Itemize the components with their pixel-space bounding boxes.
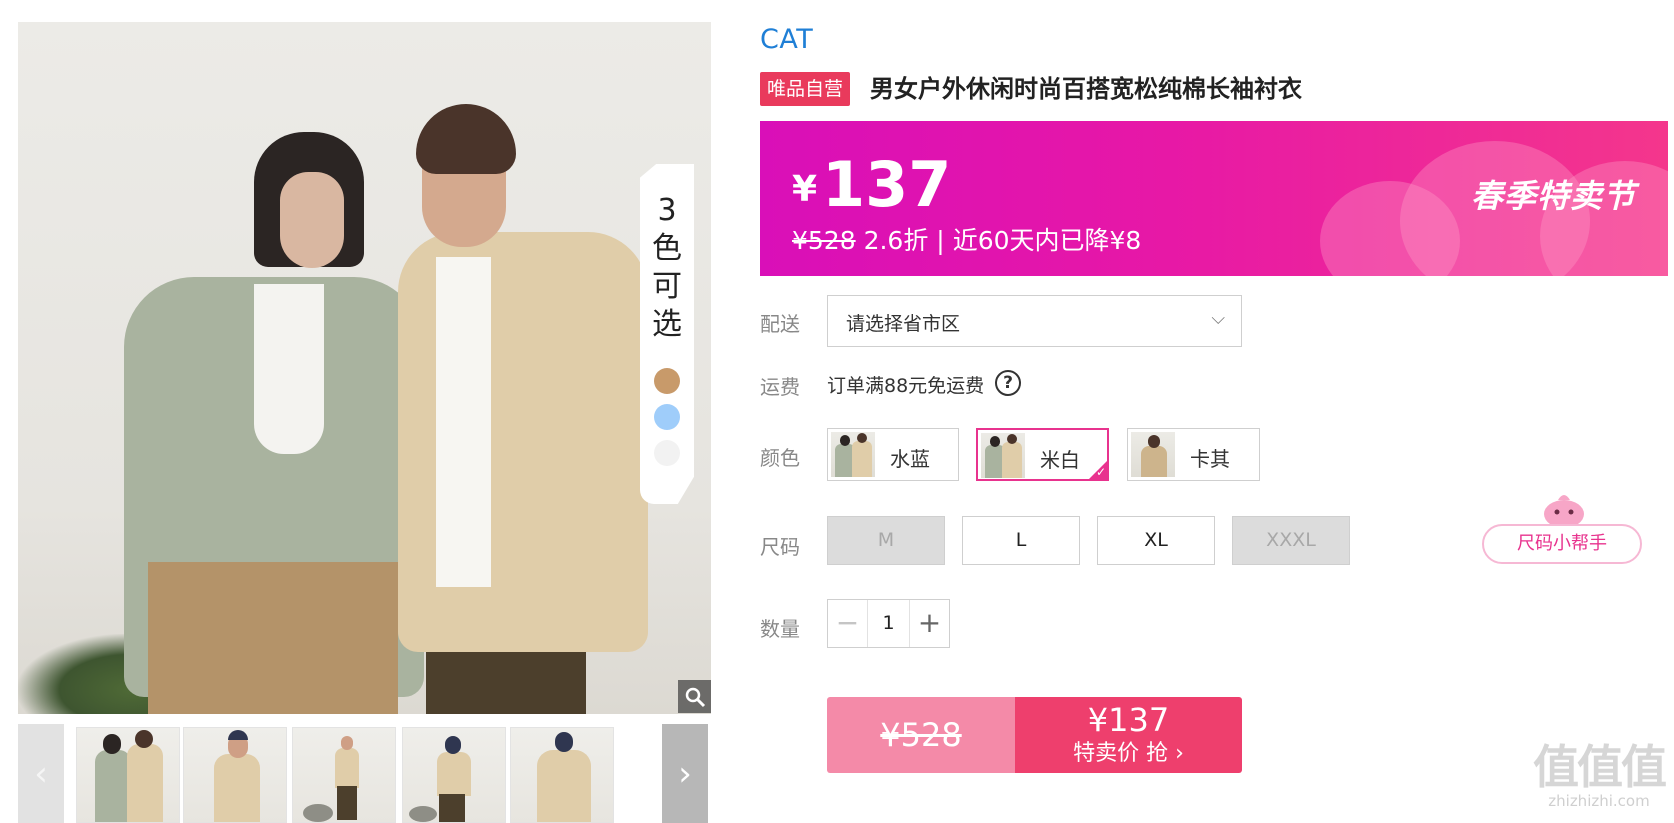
product-title: 男女户外休闲时尚百搭宽松纯棉长袖衬衣 bbox=[870, 75, 1302, 103]
swatch-khaki bbox=[654, 368, 680, 394]
color-thumb bbox=[981, 433, 1025, 478]
swatch-blue bbox=[654, 404, 680, 430]
color-option-water-blue[interactable]: 水蓝 bbox=[827, 428, 959, 481]
quantity-stepper: − 1 + bbox=[827, 599, 950, 648]
color-count: 3 bbox=[657, 193, 677, 228]
minus-icon[interactable]: − bbox=[828, 600, 868, 647]
color-tag-line2: 可 bbox=[652, 269, 682, 304]
color-option-off-white[interactable]: 米白 ✓ bbox=[976, 428, 1109, 481]
model-woman-face bbox=[280, 172, 344, 268]
buy-original-price-text: ¥528 bbox=[880, 716, 962, 754]
size-option-xxxl[interactable]: XXXL bbox=[1232, 516, 1350, 565]
chevron-right-icon[interactable]: › bbox=[662, 724, 708, 823]
color-count-tag: 3 色 可 选 bbox=[640, 164, 694, 504]
size-option-m[interactable]: M bbox=[827, 516, 945, 565]
swatch-white bbox=[654, 440, 680, 466]
shipping-label: 运费 bbox=[760, 375, 800, 399]
model-woman-pants bbox=[148, 562, 398, 714]
question-icon[interactable]: ? bbox=[995, 370, 1021, 396]
plus-icon[interactable]: + bbox=[909, 600, 949, 647]
delivery-label: 配送 bbox=[760, 312, 800, 336]
region-select[interactable]: 请选择省市区 ⌵ bbox=[827, 295, 1242, 347]
size-label: 尺码 bbox=[760, 535, 800, 559]
brand-name[interactable]: CAT bbox=[760, 24, 813, 55]
thumbnail-1[interactable] bbox=[76, 727, 180, 823]
buy-action-label: 特卖价 抢 › bbox=[1073, 741, 1184, 766]
price-drop-note: 近60天内已降¥8 bbox=[952, 226, 1142, 255]
size-helper-button[interactable]: 尺码小帮手 bbox=[1482, 524, 1642, 564]
chevron-down-icon: ⌵ bbox=[1211, 308, 1225, 329]
price-subline: ¥528 2.6折 | 近60天内已降¥8 bbox=[792, 221, 1141, 257]
model-woman-tee bbox=[254, 284, 324, 454]
quantity-label: 数量 bbox=[760, 617, 800, 641]
buy-sale-panel: ¥137 特卖价 抢 › bbox=[1015, 697, 1242, 773]
main-product-photo[interactable] bbox=[18, 22, 711, 714]
thumbnail-5[interactable] bbox=[510, 727, 614, 823]
mascot-icon bbox=[1544, 495, 1584, 528]
buy-sale-price: ¥137 bbox=[1087, 701, 1170, 739]
current-price: 137 bbox=[822, 148, 952, 221]
product-page: 3 色 可 选 ‹ › CAT 唯品自营 男女户外休闲时尚百搭宽松纯棉长袖衬衣 … bbox=[0, 0, 1674, 823]
thumbnail-3[interactable] bbox=[292, 727, 396, 823]
watermark-url: zhizhizhi.com bbox=[1548, 792, 1650, 810]
chevron-left-icon[interactable]: ‹ bbox=[18, 724, 64, 823]
model-man-hair bbox=[416, 104, 516, 174]
price-separator: | bbox=[936, 226, 945, 255]
watermark-logo: 值值值 bbox=[1533, 740, 1667, 794]
event-title: 春季特卖节 bbox=[1470, 177, 1636, 215]
color-tag-line1: 色 bbox=[652, 231, 682, 266]
price-banner: ¥ 137 ¥528 2.6折 | 近60天内已降¥8 春季特卖节 bbox=[760, 121, 1668, 276]
thumbnail-2[interactable] bbox=[183, 727, 287, 823]
site-watermark: 值值值 zhizhizhi.com bbox=[1524, 742, 1674, 822]
original-price: ¥528 bbox=[792, 226, 856, 255]
buy-button[interactable]: ¥528 ¥137 特卖价 抢 › bbox=[827, 697, 1242, 773]
magnifier-icon[interactable] bbox=[678, 680, 711, 713]
color-thumb bbox=[831, 432, 875, 477]
thumbnail-strip: ‹ › bbox=[18, 724, 711, 823]
color-option-khaki[interactable]: 卡其 bbox=[1127, 428, 1260, 481]
currency-symbol: ¥ bbox=[792, 169, 818, 210]
color-option-label: 米白 bbox=[1040, 448, 1080, 472]
color-tag-line3: 选 bbox=[652, 307, 682, 342]
size-option-l[interactable]: L bbox=[962, 516, 1080, 565]
size-option-xl[interactable]: XL bbox=[1097, 516, 1215, 565]
discount-rate: 2.6折 bbox=[863, 226, 929, 255]
quantity-value[interactable]: 1 bbox=[868, 600, 909, 647]
thumbnail-4[interactable] bbox=[402, 727, 506, 823]
self-operated-badge: 唯品自营 bbox=[760, 72, 851, 106]
model-man-tee bbox=[436, 257, 491, 587]
shipping-policy: 订单满88元免运费 bbox=[827, 375, 985, 397]
color-label: 颜色 bbox=[760, 446, 800, 470]
checkmark-icon: ✓ bbox=[1095, 465, 1106, 479]
color-option-label: 卡其 bbox=[1190, 447, 1230, 471]
color-option-label: 水蓝 bbox=[890, 447, 930, 471]
buy-original-price: ¥528 bbox=[827, 697, 1015, 773]
color-thumb bbox=[1131, 432, 1175, 477]
region-select-value: 请选择省市区 bbox=[846, 313, 961, 335]
